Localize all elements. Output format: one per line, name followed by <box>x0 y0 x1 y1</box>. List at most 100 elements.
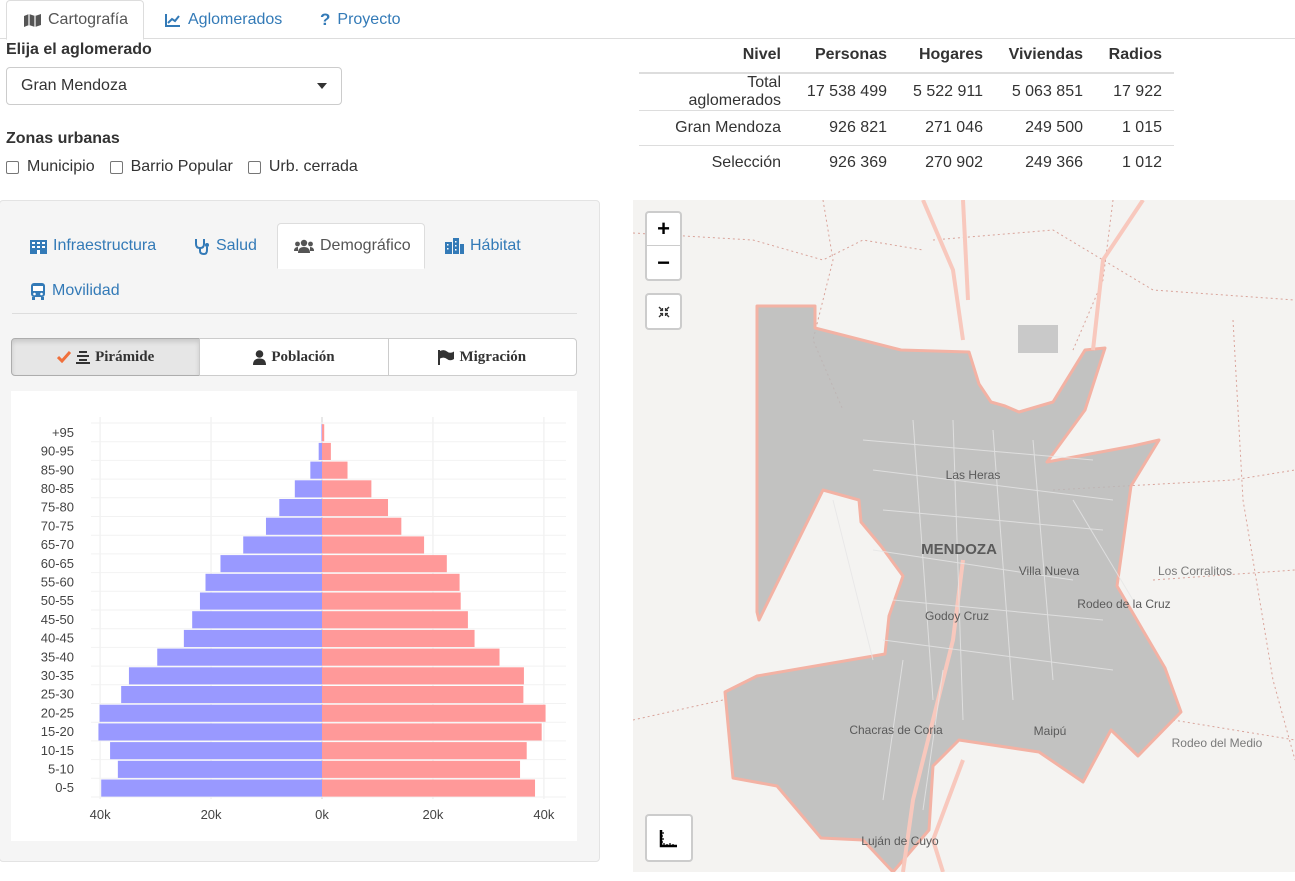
measure-button[interactable] <box>645 814 693 862</box>
bar-left <box>98 723 322 741</box>
bar-left <box>199 592 322 610</box>
bar-left <box>321 424 322 442</box>
subtab-salud[interactable]: Salud <box>194 223 257 269</box>
table-cell: 17 922 <box>1113 83 1162 100</box>
piramide-button[interactable]: Pirámide <box>11 338 201 376</box>
place-label: Maipú <box>1034 724 1067 738</box>
bar-left <box>183 629 322 647</box>
aglomerado-label: Elija el aglomerado <box>6 41 152 58</box>
aglomerado-selected-value: Gran Mendoza <box>21 77 127 94</box>
bar-right <box>322 442 331 460</box>
bar-left <box>128 667 322 685</box>
chevron-down-icon <box>317 83 327 89</box>
tab-cartografia[interactable]: Cartografía <box>6 0 144 40</box>
table-header-row: Nivel Personas Hogares Viviendas Radios <box>639 37 1174 74</box>
table-row: Selección 926 369 270 902 249 366 1 012 <box>639 145 1174 181</box>
place-label: Rodeo de la Cruz <box>1077 597 1170 611</box>
table-cell: 5 522 911 <box>913 83 983 100</box>
reset-view-button[interactable] <box>645 293 682 330</box>
bar-right <box>322 573 460 591</box>
bar-left <box>265 517 322 535</box>
subtab-habitat[interactable]: Hábitat <box>445 223 521 269</box>
checkbox-box[interactable] <box>247 160 261 174</box>
y-tick-label: 75-80 <box>41 500 74 515</box>
bar-left <box>192 611 322 629</box>
column-header: Viviendas <box>995 37 1095 74</box>
place-label: Luján de Cuyo <box>861 834 939 848</box>
bar-left <box>294 480 322 498</box>
bar-right <box>322 536 425 554</box>
checkbox-box[interactable] <box>6 160 19 174</box>
summary-table: Nivel Personas Hogares Viviendas Radios … <box>639 37 1174 181</box>
subtab-movilidad[interactable]: Movilidad <box>30 268 120 314</box>
checkbox-municipio[interactable]: Municipio <box>6 158 95 176</box>
users-icon <box>294 239 314 253</box>
y-tick-label: 65-70 <box>41 537 74 552</box>
bar-right <box>322 424 325 442</box>
table-cell: 5 063 851 <box>1011 83 1083 100</box>
y-tick-label: 50-55 <box>41 593 74 608</box>
y-tick-label: 85-90 <box>41 462 74 477</box>
table-cell: Selección <box>639 145 793 181</box>
aglomerado-select[interactable]: Gran Mendoza <box>6 67 342 105</box>
checkmark-icon <box>57 351 72 363</box>
migracion-button[interactable]: Migración <box>387 338 577 376</box>
table-cell: 1 012 <box>1095 145 1174 181</box>
line-chart-icon <box>165 13 181 27</box>
poblacion-button[interactable]: Población <box>199 338 389 376</box>
flag-icon <box>438 349 455 365</box>
y-tick-label: 25-30 <box>41 687 74 702</box>
zoom-in-button[interactable]: + <box>647 213 680 246</box>
bar-right <box>322 480 372 498</box>
table-cell: Total aglomerados <box>688 74 782 109</box>
tab-aglomerados[interactable]: Aglomerados <box>165 0 282 39</box>
y-tick-label: 40-45 <box>41 631 74 646</box>
checkbox-barrio-popular[interactable]: Barrio Popular <box>109 158 233 176</box>
bar-right <box>322 517 402 535</box>
x-tick-label: 20k <box>422 807 443 822</box>
table-cell: 17 538 499 <box>806 83 887 100</box>
bar-right <box>322 779 536 797</box>
chart-type-button-group: Pirámide Población Migración <box>11 338 577 376</box>
y-tick-label: 70-75 <box>41 518 74 533</box>
checkbox-box[interactable] <box>109 160 123 174</box>
y-tick-label: 0-5 <box>55 780 74 795</box>
map-feature <box>1018 325 1058 353</box>
zoom-out-button[interactable]: − <box>647 246 680 279</box>
city-icon <box>445 238 464 254</box>
bar-left <box>121 686 322 704</box>
map-view[interactable]: Las Heras MENDOZA Villa Nueva Los Corral… <box>633 200 1295 872</box>
subtab-infraestructura[interactable]: Infraestructura <box>30 223 156 269</box>
map-icon <box>24 13 41 28</box>
y-tick-label: 15-20 <box>41 724 74 739</box>
y-tick-label: 60-65 <box>41 556 74 571</box>
checkbox-urb-cerrada[interactable]: Urb. cerrada <box>247 158 358 176</box>
column-header: Personas <box>793 37 899 74</box>
y-tick-label: 35-40 <box>41 649 74 664</box>
tab-proyecto[interactable]: ? Proyecto <box>320 0 401 39</box>
bar-right <box>322 704 546 722</box>
column-header: Hogares <box>899 37 995 74</box>
table-row: Total aglomerados 17 538 499 5 522 911 5… <box>639 73 1174 111</box>
bar-left <box>157 648 322 666</box>
x-tick-label: 20k <box>201 807 222 822</box>
subtab-demografico[interactable]: Demográfico <box>277 223 425 269</box>
building-icon <box>30 238 47 254</box>
place-label: Villa Nueva <box>1019 564 1080 578</box>
bar-left <box>101 779 322 797</box>
bar-right <box>322 760 521 778</box>
zoom-control: + − <box>645 211 682 281</box>
column-header: Nivel <box>639 37 793 74</box>
table-cell: 249 500 <box>995 110 1095 146</box>
y-tick-label: 10-15 <box>41 743 74 758</box>
list-icon <box>76 350 91 364</box>
place-label: Godoy Cruz <box>925 609 989 623</box>
bar-left <box>205 573 322 591</box>
table-cell: 249 366 <box>995 145 1095 181</box>
y-tick-label: 45-50 <box>41 612 74 627</box>
bar-right <box>322 499 389 517</box>
bar-right <box>322 723 542 741</box>
x-tick-label: 0k <box>315 807 329 822</box>
question-icon: ? <box>320 9 331 29</box>
subtab-divider <box>12 313 577 314</box>
